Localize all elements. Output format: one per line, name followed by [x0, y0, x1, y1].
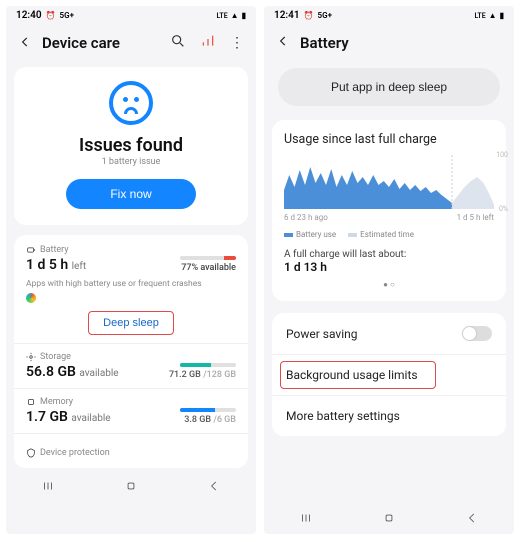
page-title: Device care	[42, 34, 120, 52]
issue-title: Issues found	[26, 135, 236, 156]
sad-face-icon	[109, 81, 153, 125]
storage-label: Storage	[26, 352, 236, 362]
full-charge-value: 1 d 13 h	[284, 260, 494, 274]
memory-value: 1.7 GB available	[26, 409, 111, 425]
alarm-icon: ⏰	[304, 11, 314, 20]
stats-card: Battery 1 d 5 h left 77% available Apps …	[14, 235, 248, 468]
search-icon[interactable]	[170, 33, 186, 53]
nav-bar	[264, 504, 514, 534]
more-icon[interactable]: ⋮	[230, 35, 244, 51]
status-bar: 12:40 ⏰ 5G+ LTE ▲ ▮	[6, 6, 256, 25]
device-protection-label: Device protection	[26, 442, 236, 458]
bars-icon[interactable]	[200, 33, 216, 53]
battery-time: 1 d 5 h left	[26, 257, 86, 273]
storage-bar	[180, 363, 236, 367]
nav-bar	[6, 472, 256, 502]
signal-icon: ▲	[489, 11, 497, 20]
net-icon: 5G+	[318, 11, 332, 20]
status-time: 12:40	[16, 10, 42, 21]
battery-bar	[180, 256, 236, 260]
apps-note: Apps with high battery use or frequent c…	[26, 279, 236, 289]
device-care-screen: 12:40 ⏰ 5G+ LTE ▲ ▮ Device care ⋮	[6, 6, 256, 534]
power-saving-toggle[interactable]	[462, 326, 492, 341]
settings-list: Power saving Background usage limits Mor…	[272, 313, 506, 436]
chart-x-right: 1 d 5 h left	[457, 213, 494, 222]
lte-icon: LTE	[216, 12, 227, 20]
net-icon: 5G+	[60, 11, 74, 20]
recents-icon[interactable]	[41, 478, 55, 497]
power-saving-row[interactable]: Power saving	[272, 313, 506, 355]
alarm-icon: ⏰	[46, 11, 56, 20]
fix-now-button[interactable]: Fix now	[66, 179, 195, 209]
battery-pct: 77% available	[180, 263, 236, 273]
header: Battery	[264, 25, 514, 60]
memory-label: Memory	[26, 397, 236, 407]
battery-label: Battery	[26, 245, 236, 255]
back-icon[interactable]	[276, 33, 290, 52]
more-battery-settings-row[interactable]: More battery settings	[272, 396, 506, 436]
back-nav-icon[interactable]	[207, 478, 221, 497]
chart-x-left: 6 d 23 h ago	[284, 213, 328, 222]
home-icon[interactable]	[124, 478, 138, 497]
app-icon	[26, 293, 36, 303]
issue-subtitle: 1 battery issue	[26, 157, 236, 167]
battery-icon: ▮	[500, 11, 504, 20]
usage-chart[interactable]: 100 0%	[284, 155, 494, 209]
battery-screen: 12:41 ⏰ 5G+ LTE ▲ ▮ Battery Put app in d…	[264, 6, 514, 534]
status-time: 12:41	[274, 10, 300, 21]
back-nav-icon[interactable]	[465, 510, 479, 529]
back-icon[interactable]	[18, 34, 32, 53]
memory-bar	[180, 408, 236, 412]
storage-value: 56.8 GB available	[26, 364, 119, 380]
battery-icon: ▮	[242, 11, 246, 20]
put-deep-sleep-button[interactable]: Put app in deep sleep	[278, 68, 500, 106]
issue-card: Issues found 1 battery issue Fix now	[14, 67, 248, 225]
status-bar: 12:41 ⏰ 5G+ LTE ▲ ▮	[264, 6, 514, 25]
recents-icon[interactable]	[299, 510, 313, 529]
page-dots[interactable]: ● ○	[284, 280, 494, 289]
usage-title: Usage since last full charge	[284, 132, 494, 147]
full-charge-label: A full charge will last about:	[284, 249, 494, 260]
page-title: Battery	[300, 34, 349, 52]
header: Device care ⋮	[6, 25, 256, 61]
deep-sleep-button[interactable]: Deep sleep	[88, 311, 174, 335]
home-icon[interactable]	[382, 510, 396, 529]
signal-icon: ▲	[231, 11, 239, 20]
legend-battery-use: Battery use	[284, 230, 336, 239]
lte-icon: LTE	[474, 12, 485, 20]
usage-card: Usage since last full charge 100 0% 6 d …	[272, 120, 506, 301]
background-usage-limits-row[interactable]: Background usage limits	[272, 355, 506, 396]
legend-estimated: Estimated time	[348, 230, 414, 239]
